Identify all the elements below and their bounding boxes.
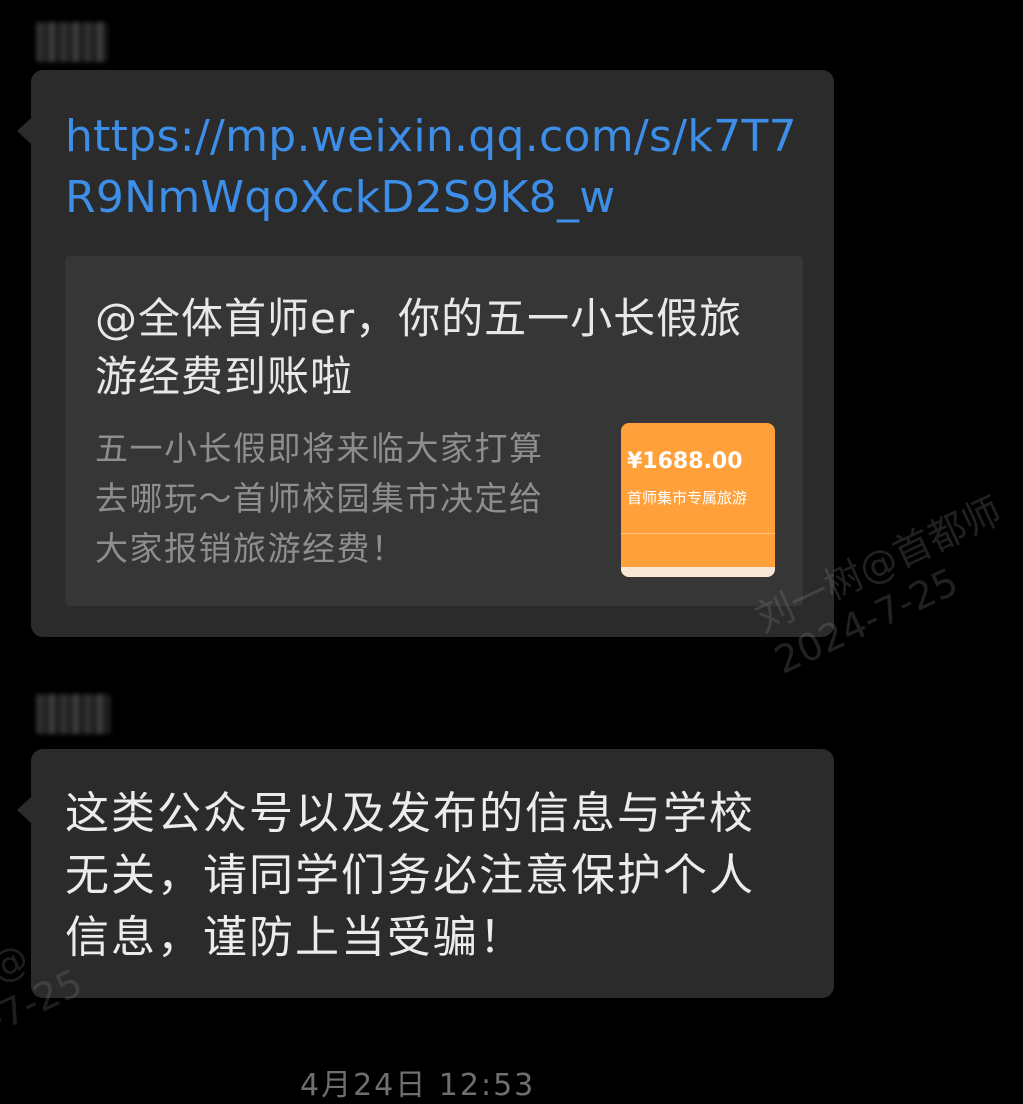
thumbnail-divider xyxy=(621,533,775,534)
thumbnail-caption: 首师集市专属旅游 xyxy=(627,489,748,507)
sender-name-blurred xyxy=(36,22,108,62)
message-text: 这类公众号以及发布的信息与学校无关，请同学们务必注意保护个人信息，谨防上当受骗！ xyxy=(65,788,755,963)
thumbnail-footer xyxy=(621,567,775,577)
thumbnail-amount: ¥1688.00 xyxy=(627,449,743,474)
article-title: @全体首师er，你的五一小长假旅游经费到账啦 xyxy=(95,294,743,401)
message-bubble-text[interactable]: 这类公众号以及发布的信息与学校无关，请同学们务必注意保护个人信息，谨防上当受骗！ xyxy=(17,749,834,998)
message-bubble-link[interactable]: https://mp.weixin.qq.com/s/k7T7R9NmWqoXc… xyxy=(17,70,834,637)
article-thumbnail: ¥1688.00 首师集市专属旅游 xyxy=(621,423,775,577)
message-timestamp: 4月24日 12:53 xyxy=(300,1068,536,1103)
sender-name-blurred xyxy=(36,694,110,734)
article-card[interactable]: @全体首师er，你的五一小长假旅游经费到账啦 五一小长假即将来临大家打算去哪玩～… xyxy=(65,256,803,606)
message-link[interactable]: https://mp.weixin.qq.com/s/k7T7R9NmWqoXc… xyxy=(65,106,805,228)
article-description: 五一小长假即将来临大家打算去哪玩～首师校园集市决定给大家报销旅游经费！ xyxy=(95,429,544,568)
